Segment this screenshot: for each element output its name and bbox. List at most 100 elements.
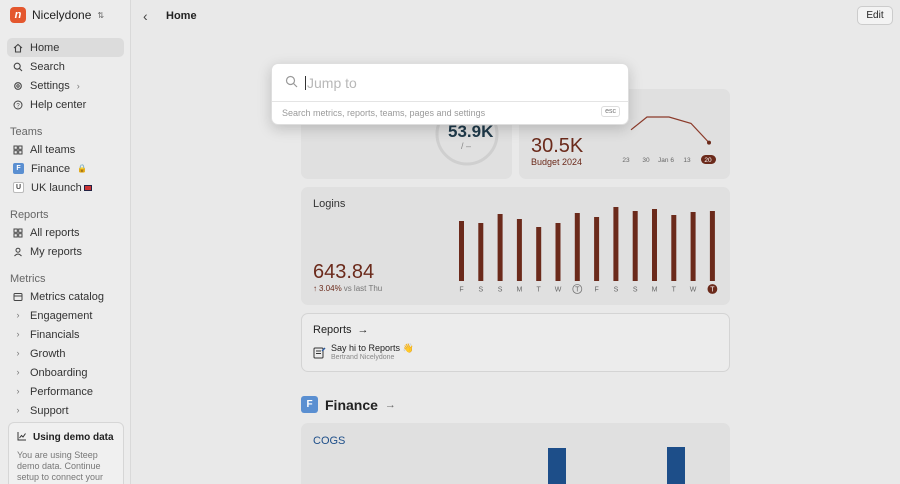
report-note-icon xyxy=(313,346,326,362)
nav-my-reports-label: My reports xyxy=(30,245,82,258)
chevron-right-icon: › xyxy=(16,405,20,415)
back-chevron-icon[interactable]: ‹ xyxy=(143,8,148,24)
edit-button[interactable]: Edit xyxy=(857,6,893,25)
nav-settings[interactable]: Settings › xyxy=(7,76,124,95)
help-icon: ? xyxy=(13,100,23,110)
section-metrics: Metrics xyxy=(10,273,46,285)
nav-metric-group[interactable]: › Support xyxy=(7,401,124,420)
nav-metric-group-label: Support xyxy=(30,404,69,417)
logins-delta: 3.04% xyxy=(319,284,342,293)
section-teams: Teams xyxy=(10,126,43,138)
nav-all-reports-label: All reports xyxy=(30,226,80,239)
nav-metric-group[interactable]: › Onboarding xyxy=(7,363,124,382)
cogs-bar-chart xyxy=(548,447,685,484)
nav-team-finance[interactable]: F Finance 🔒 xyxy=(7,159,124,178)
logins-card[interactable]: Logins 643.84 ↑ 3.04% vs last Thu F S S M T W… xyxy=(301,187,730,305)
nav-metric-group[interactable]: › Growth xyxy=(7,344,124,363)
logins-bar xyxy=(555,223,561,281)
page-title: Home xyxy=(166,10,197,22)
nav-all-reports[interactable]: All reports xyxy=(7,223,124,242)
nav-team-uk-launch[interactable]: U UK launch xyxy=(7,178,124,197)
logins-tick-label: M xyxy=(516,287,522,294)
nav-settings-label: Settings xyxy=(30,79,70,92)
nav-team-finance-label: Finance xyxy=(31,162,71,175)
nav-help-center[interactable]: ? Help center xyxy=(7,95,124,114)
cogs-bar xyxy=(548,448,566,484)
nav-my-reports[interactable]: My reports xyxy=(7,242,124,261)
chevron-updown-icon: ⇅ xyxy=(97,10,105,20)
demo-body: You are using Steep demo data. Continue … xyxy=(17,450,104,484)
palette-hint: Search metrics, reports, teams, pages an… xyxy=(282,108,486,118)
budget-tick-label: 13 xyxy=(683,157,691,164)
search-icon xyxy=(13,62,23,72)
logins-bar xyxy=(574,213,580,281)
budget-tick-label: 30 xyxy=(642,157,650,164)
gear-icon xyxy=(13,81,23,91)
arrow-up-icon: ↑ xyxy=(313,284,317,293)
finance-title: Finance xyxy=(325,396,378,413)
grid-icon xyxy=(13,145,23,155)
logins-bar xyxy=(478,223,484,281)
budget-value: 30.5K xyxy=(531,135,584,157)
ring-value: 53.9K xyxy=(448,122,494,141)
cogs-card[interactable]: COGS xyxy=(301,423,730,484)
report-item-title[interactable]: Say hi to Reports 👋 xyxy=(331,343,414,354)
workspace-name: Nicelydone xyxy=(32,8,92,22)
logins-tick-label: S xyxy=(498,287,503,294)
logins-bar-chart: FSSMTWTFSSMTWT xyxy=(459,207,718,294)
user-icon xyxy=(13,247,23,257)
chevron-right-icon: › xyxy=(76,80,80,91)
nav-help-label: Help center xyxy=(30,98,87,111)
workspace-switcher[interactable]: n Nicelydone ⇅ xyxy=(10,7,104,23)
logins-bar xyxy=(690,212,696,281)
nav-home[interactable]: Home xyxy=(7,38,124,57)
logins-tick-label: S xyxy=(633,287,638,294)
demo-title: Using demo data xyxy=(33,432,114,443)
finance-badge: F xyxy=(301,396,318,413)
chevron-right-icon: › xyxy=(16,367,20,377)
demo-data-card[interactable]: Using demo data You are using Steep demo… xyxy=(8,422,124,484)
budget-line xyxy=(630,116,710,144)
workspace-logo: n xyxy=(10,7,26,23)
nav-search[interactable]: Search xyxy=(7,57,124,76)
cogs-bar xyxy=(667,447,685,484)
chevron-right-icon: › xyxy=(16,329,20,339)
command-palette[interactable]: Search metrics, reports, teams, pages an… xyxy=(271,63,629,125)
nav-metric-group-label: Performance xyxy=(30,385,93,398)
section-reports: Reports xyxy=(10,209,49,221)
esc-key-hint[interactable]: esc xyxy=(601,106,620,117)
nav-metric-group-label: Onboarding xyxy=(30,366,88,379)
finance-section-header[interactable]: F Finance → xyxy=(301,396,396,413)
logins-tick-label: S xyxy=(478,287,483,294)
nav-search-label: Search xyxy=(30,60,65,73)
logins-bar xyxy=(516,219,522,281)
nav-metric-group[interactable]: › Engagement xyxy=(7,306,124,325)
nav-metrics-catalog[interactable]: Metrics catalog xyxy=(7,287,124,306)
budget-tick-label: Jan 6 xyxy=(658,157,674,164)
grid-icon xyxy=(13,228,23,238)
chevron-right-icon: › xyxy=(16,386,20,396)
budget-tick-label: 20 xyxy=(704,157,712,164)
budget-tick-label: 23 xyxy=(622,157,630,164)
nav-all-teams[interactable]: All teams xyxy=(7,140,124,159)
team-badge-uk: U xyxy=(13,182,24,193)
nav-home-label: Home xyxy=(30,41,60,54)
arrow-right-icon: → xyxy=(357,324,369,336)
reports-header[interactable]: Reports → xyxy=(313,324,369,336)
reports-card[interactable]: Reports → Say hi to Reports 👋 Bertrand N… xyxy=(301,313,730,372)
nav-metric-group[interactable]: › Performance xyxy=(7,382,124,401)
team-badge-finance: F xyxy=(13,163,24,174)
report-item-author: Bertrand Nicelydone xyxy=(331,354,395,361)
nav-all-teams-label: All teams xyxy=(30,143,76,156)
logins-delta-text: vs last Thu xyxy=(343,284,383,293)
logins-tick-label: S xyxy=(614,287,619,294)
nav-metric-group[interactable]: › Financials xyxy=(7,325,124,344)
text-caret xyxy=(305,75,306,90)
logins-tick-label: M xyxy=(652,287,658,294)
palette-search-input[interactable] xyxy=(307,74,587,91)
ring-sub: / – xyxy=(461,141,472,151)
logins-tick-label: F xyxy=(459,287,463,294)
chart-line-icon xyxy=(17,431,27,444)
nav-team-uk-label: UK launch xyxy=(31,181,82,194)
lock-icon: 🔒 xyxy=(77,164,88,173)
